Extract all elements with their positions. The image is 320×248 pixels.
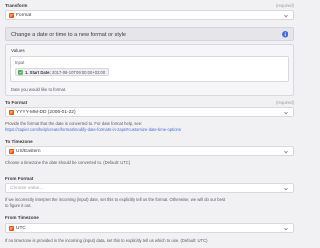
formatter-icon xyxy=(9,149,14,155)
values-label: Values xyxy=(11,47,25,53)
step-icon xyxy=(18,69,23,75)
mapped-field-pill[interactable]: 1. Start Date: 2017-08-10T09:00:00+02:00 xyxy=(15,67,110,76)
chevron-down-icon xyxy=(284,15,288,18)
input-field[interactable]: Input 1. Start Date: 2017-08-10T09:00:00… xyxy=(10,56,289,82)
transform-select[interactable]: Format xyxy=(5,10,294,20)
from-format-placeholder: Choose value... xyxy=(10,185,44,191)
from-format-select[interactable]: Choose value... xyxy=(5,183,294,193)
date-format-help-link[interactable]: https://zapier.com/help/create/format/mo… xyxy=(5,127,181,132)
help-banner: Change a date or time to a new format or… xyxy=(5,27,294,41)
chevron-down-icon xyxy=(284,112,288,115)
from-timezone-label: From Timezone xyxy=(5,215,39,220)
formatter-icon xyxy=(9,13,14,19)
from-format-label: From Format xyxy=(5,176,34,181)
from-timezone-select[interactable]: UTC xyxy=(5,223,294,233)
transform-form: Transform (required) Format Change a dat… xyxy=(0,0,300,248)
formatter-icon xyxy=(9,110,14,116)
chevron-down-icon xyxy=(284,151,288,154)
banner-title: Change a date or time to a new format or… xyxy=(11,31,127,38)
input-label: Input xyxy=(15,59,25,65)
to-format-help-link-line: https://zapier.com/help/create/format/mo… xyxy=(5,127,181,133)
transform-value: Format xyxy=(16,12,32,18)
to-timezone-value: US/Eastern xyxy=(16,148,41,154)
chevron-down-icon xyxy=(284,188,288,191)
chevron-down-icon xyxy=(284,228,288,231)
to-format-select[interactable]: YYYY-MM-DD (2006-01-22) xyxy=(5,107,294,117)
transform-label: Transform xyxy=(5,3,28,8)
to-format-value: YYYY-MM-DD (2006-01-22) xyxy=(16,109,76,115)
from-format-help-2: to figure it out. xyxy=(5,203,32,208)
transform-required: (required) xyxy=(275,3,294,8)
from-timezone-value: UTC xyxy=(16,225,26,231)
values-section: Values Input 1. Start Date: 2017-08-10T0… xyxy=(5,44,294,96)
to-timezone-label: To Timezone xyxy=(5,139,33,144)
info-icon[interactable] xyxy=(281,31,289,38)
to-format-label: To Format xyxy=(5,100,28,105)
to-timezone-select[interactable]: US/Eastern xyxy=(5,146,294,156)
from-format-help-1: If we incorrectly interpret the incoming… xyxy=(5,197,226,202)
from-timezone-help: If no timezone is provided in the incomi… xyxy=(5,238,208,243)
to-format-required: (required) xyxy=(275,100,294,105)
to-timezone-help: Choose a timezone the date should be con… xyxy=(5,160,131,165)
pill-value: 2017-08-10T09:00:00+02:00 xyxy=(52,69,106,75)
pill-step: 1. Start Date: xyxy=(25,69,51,75)
input-help: Date you would like to format. xyxy=(11,87,67,92)
formatter-icon xyxy=(9,226,14,232)
